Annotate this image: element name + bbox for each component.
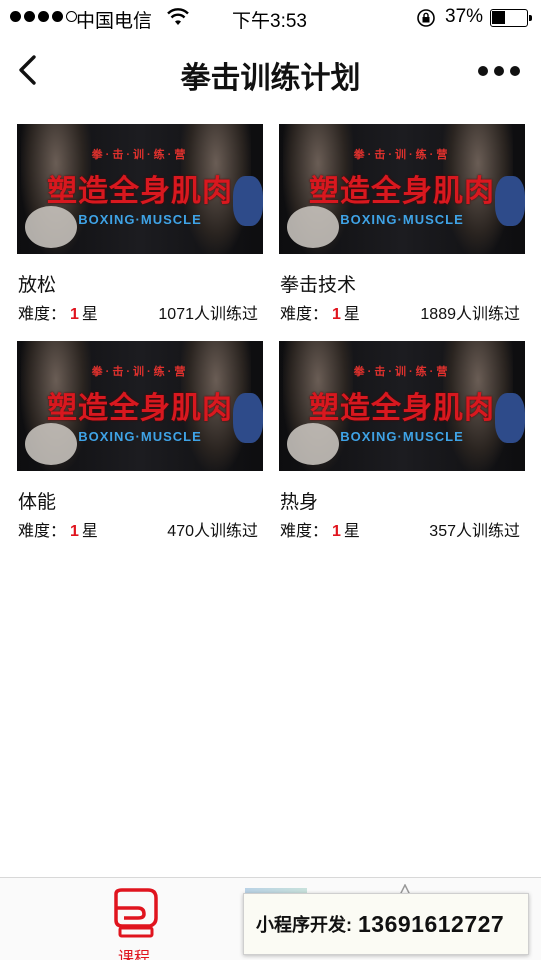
signal-strength-icon	[10, 11, 77, 22]
banner-headline: 塑造全身肌肉	[47, 175, 233, 208]
difficulty-stars: 1	[332, 306, 341, 323]
star-unit: 星	[343, 306, 360, 323]
banner-subline: BOXING·MUSCLE	[78, 429, 202, 444]
course-name: 体能	[18, 492, 57, 513]
trained-count: 470人训练过	[167, 523, 258, 540]
difficulty-label: 难度：	[280, 306, 329, 323]
carrier-name: 中国电信	[76, 11, 153, 32]
status-time: 下午3:53	[232, 11, 307, 32]
course-name: 放松	[18, 275, 57, 296]
banner-camp-label: 拳·击·训·练·营	[353, 149, 451, 161]
course-card-fitness[interactable]: 拳·击·训·练·营 塑造全身肌肉 BOXING·MUSCLE 体能 难度： 1 星 …	[17, 341, 263, 556]
boxing-glove-icon	[114, 888, 158, 938]
banner-headline: 塑造全身肌肉	[47, 392, 233, 425]
difficulty-stars: 1	[70, 523, 79, 540]
trained-count: 1071人训练过	[158, 306, 258, 323]
banner-camp-label: 拳·击·训·练·营	[91, 149, 189, 161]
course-meta: 难度： 1 星 357人训练过	[280, 517, 520, 541]
star-unit: 星	[81, 523, 98, 540]
star-unit: 星	[343, 523, 360, 540]
promo-label: 小程序开发:	[256, 915, 352, 935]
banner-camp-label: 拳·击·训·练·营	[91, 366, 189, 378]
trained-count: 357人训练过	[429, 523, 520, 540]
course-banner-image: 拳·击·训·练·营 塑造全身肌肉 BOXING·MUSCLE	[17, 124, 263, 254]
course-banner-image: 拳·击·训·练·营 塑造全身肌肉 BOXING·MUSCLE	[279, 341, 525, 471]
banner-subline: BOXING·MUSCLE	[340, 212, 464, 227]
difficulty-label: 难度：	[18, 306, 67, 323]
course-banner-image: 拳·击·训·练·营 塑造全身肌肉 BOXING·MUSCLE	[279, 124, 525, 254]
course-meta: 难度： 1 星 1071人训练过	[18, 300, 258, 324]
star-unit: 星	[81, 306, 98, 323]
promo-phone: 13691612727	[358, 910, 505, 937]
trained-count: 1889人训练过	[420, 306, 520, 323]
course-meta: 难度： 1 星 470人训练过	[18, 517, 258, 541]
banner-subline: BOXING·MUSCLE	[340, 429, 464, 444]
course-name: 拳击技术	[280, 275, 357, 296]
battery-icon	[490, 9, 532, 27]
course-meta: 难度： 1 星 1889人训练过	[280, 300, 520, 324]
rotation-lock-icon	[417, 9, 435, 27]
navigation-bar: 拳击训练计划	[0, 36, 541, 106]
banner-subline: BOXING·MUSCLE	[78, 212, 202, 227]
battery-percentage: 37%	[445, 6, 484, 27]
wifi-icon	[167, 8, 189, 25]
tab-course[interactable]: 课程	[98, 884, 170, 960]
course-card-warmup[interactable]: 拳·击·训·练·营 塑造全身肌肉 BOXING·MUSCLE 热身 难度： 1 星 …	[279, 341, 525, 556]
banner-headline: 塑造全身肌肉	[309, 175, 495, 208]
course-banner-image: 拳·击·训·练·营 塑造全身肌肉 BOXING·MUSCLE	[17, 341, 263, 471]
page-title: 拳击训练计划	[180, 62, 361, 95]
difficulty-label: 难度：	[280, 523, 329, 540]
course-name: 热身	[280, 492, 319, 513]
difficulty-stars: 1	[332, 523, 341, 540]
banner-camp-label: 拳·击·训·练·营	[353, 366, 451, 378]
status-bar: 中国电信 下午3:53 37%	[0, 0, 541, 36]
promo-overlay: 小程序开发: 13691612727	[243, 893, 529, 955]
course-card-relax[interactable]: 拳·击·训·练·营 塑造全身肌肉 BOXING·MUSCLE 放松 难度： 1 星 …	[17, 124, 263, 339]
difficulty-label: 难度：	[18, 523, 67, 540]
difficulty-stars: 1	[70, 306, 79, 323]
course-card-boxing-technique[interactable]: 拳·击·训·练·营 塑造全身肌肉 BOXING·MUSCLE 拳击技术 难度： 1…	[279, 124, 525, 339]
tab-course-label: 课程	[117, 950, 150, 960]
banner-headline: 塑造全身肌肉	[309, 392, 495, 425]
more-options-icon[interactable]	[478, 64, 520, 78]
